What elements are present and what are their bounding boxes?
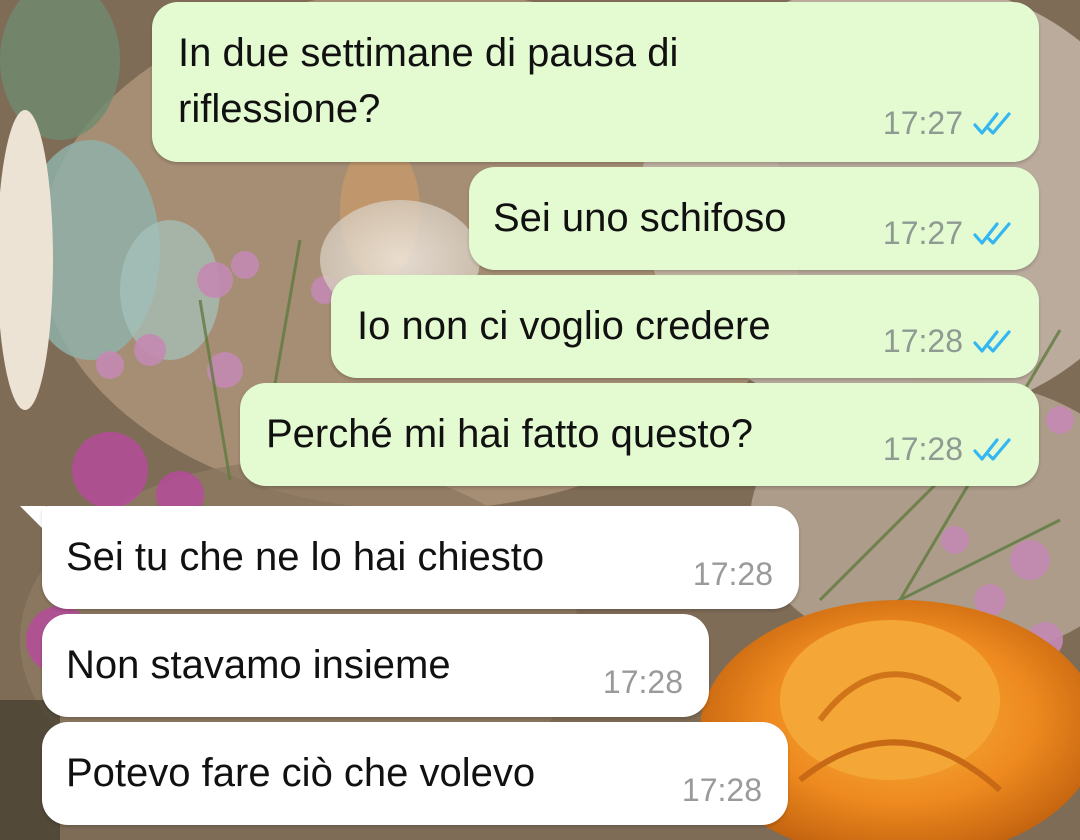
message-text: Io non ci voglio credere [357, 304, 771, 348]
message-time: 17:28 [882, 431, 963, 467]
message-time: 17:28 [882, 323, 963, 359]
outgoing-message[interactable]: Sei uno schifoso 17:27 [469, 167, 1039, 270]
message-text: Perché mi hai fatto questo? [266, 412, 753, 456]
message-text-line: In due settimane di pausa di [178, 31, 679, 75]
incoming-message[interactable]: Non stavamo insieme 17:28 [42, 614, 709, 717]
message-time: 17:27 [882, 215, 963, 251]
message-time: 17:28 [692, 556, 773, 592]
message-time: 17:28 [602, 664, 683, 700]
message-time: 17:28 [681, 772, 762, 808]
double-check-read-icon [973, 111, 1011, 135]
incoming-message[interactable]: Sei tu che ne lo hai chiesto 17:28 [42, 506, 799, 609]
incoming-message[interactable]: Potevo fare ciò che volevo 17:28 [42, 722, 788, 825]
double-check-read-icon [973, 437, 1011, 461]
message-text: Sei uno schifoso [493, 196, 787, 240]
double-check-read-icon [973, 329, 1011, 353]
message-time: 17:27 [882, 105, 963, 141]
outgoing-message[interactable]: Perché mi hai fatto questo? 17:28 [240, 383, 1039, 486]
message-list[interactable]: In due settimane di pausa di riflessione… [0, 0, 1080, 840]
message-text-line: riflessione? [178, 87, 381, 131]
double-check-read-icon [973, 221, 1011, 245]
message-text: Sei tu che ne lo hai chiesto [66, 535, 545, 579]
message-text: Non stavamo insieme [66, 643, 451, 687]
outgoing-message[interactable]: Io non ci voglio credere 17:28 [331, 275, 1039, 378]
outgoing-message[interactable]: In due settimane di pausa di riflessione… [152, 2, 1039, 162]
message-text: Potevo fare ciò che volevo [66, 751, 536, 795]
